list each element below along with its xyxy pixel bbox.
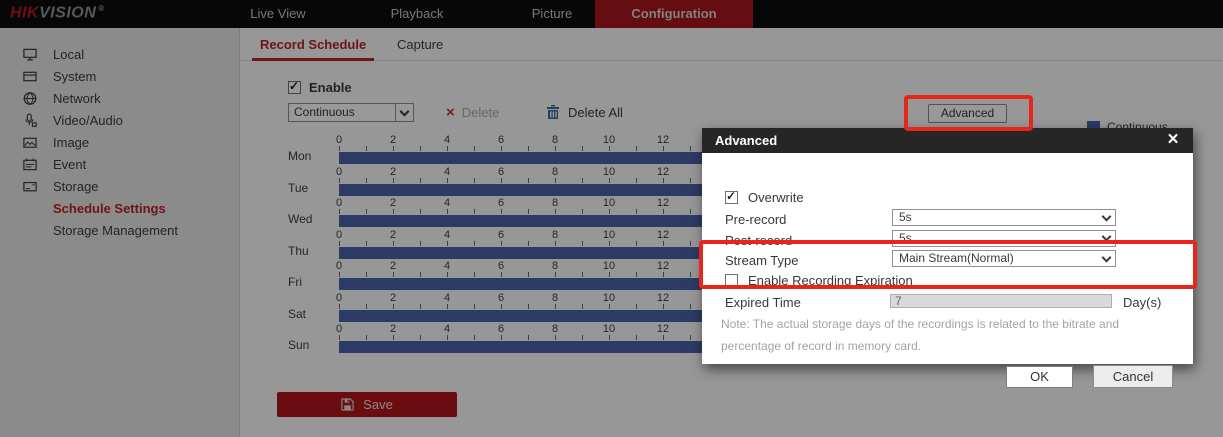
expired-time-input[interactable] bbox=[890, 294, 1112, 308]
advanced-dialog: Advanced × ✓ Overwrite Pre-record 5s Post-… bbox=[702, 128, 1193, 364]
enable-recording-expiration-checkbox[interactable] bbox=[725, 274, 738, 287]
chevron-down-icon bbox=[1102, 211, 1112, 221]
ok-button[interactable]: OK bbox=[1006, 366, 1073, 388]
post-record-label: Post-record bbox=[725, 233, 792, 248]
stream-type-value: Main Stream(Normal) bbox=[899, 251, 1014, 266]
expired-time-label: Expired Time bbox=[725, 295, 801, 310]
cancel-button[interactable]: Cancel bbox=[1093, 365, 1173, 388]
dialog-titlebar: Advanced × bbox=[702, 128, 1193, 153]
dialog-body: ✓ Overwrite Pre-record 5s Post-record 5s Str… bbox=[702, 153, 1193, 364]
dialog-note-line1: Note: The actual storage days of the rec… bbox=[721, 317, 1119, 331]
enable-recording-expiration-label: Enable Recording Expiration bbox=[748, 273, 913, 288]
recording-expiration-row: Enable Recording Expiration bbox=[725, 273, 913, 288]
expired-time-unit: Day(s) bbox=[1123, 295, 1161, 310]
chevron-down-icon bbox=[1102, 232, 1112, 242]
dialog-note-line2: percentage of record in memory card. bbox=[721, 339, 921, 353]
overwrite-checkbox[interactable]: ✓ bbox=[725, 191, 738, 204]
dialog-title: Advanced bbox=[715, 133, 777, 148]
close-icon[interactable]: × bbox=[1161, 128, 1185, 153]
check-icon: ✓ bbox=[726, 190, 736, 203]
stream-type-label: Stream Type bbox=[725, 253, 798, 268]
pre-record-label: Pre-record bbox=[725, 212, 786, 227]
hikvision-config-page: HIKVISION® Live View Playback Picture Co… bbox=[0, 0, 1223, 437]
pre-record-select[interactable]: 5s bbox=[892, 209, 1116, 226]
chevron-down-icon bbox=[1102, 252, 1112, 262]
pre-record-value: 5s bbox=[899, 210, 912, 225]
stream-type-select[interactable]: Main Stream(Normal) bbox=[892, 250, 1116, 267]
overwrite-label: Overwrite bbox=[748, 190, 804, 205]
post-record-select[interactable]: 5s bbox=[892, 230, 1116, 247]
post-record-value: 5s bbox=[899, 231, 912, 246]
overwrite-row: ✓ Overwrite bbox=[725, 190, 804, 205]
